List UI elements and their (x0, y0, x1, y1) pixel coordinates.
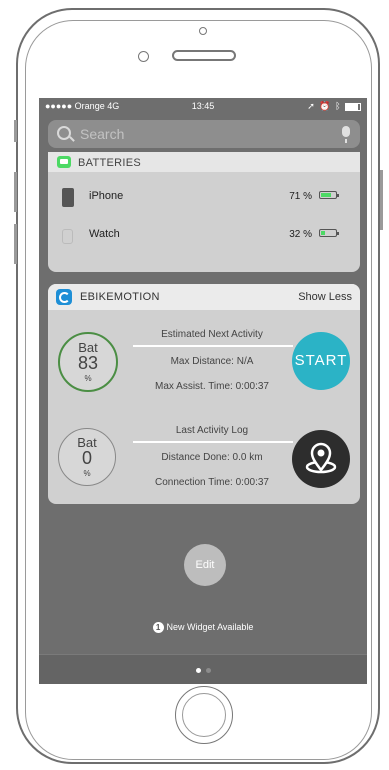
divider (133, 345, 293, 347)
proximity-sensor (199, 27, 207, 35)
alarm-icon: ⏰ (319, 101, 332, 111)
new-widget-notice[interactable]: 1 New Widget Available (39, 622, 367, 633)
bluetooth-icon: ᛒ (335, 101, 342, 111)
map-pin-icon (305, 442, 337, 474)
gauge-value: 0 (81, 448, 92, 468)
battery-status-icon (345, 102, 361, 111)
mute-switch (14, 120, 17, 142)
gauge-unit: % (84, 374, 92, 383)
ebikemotion-widget: EBIKEMOTION Show Less Bat 83 % Estimated… (48, 284, 360, 504)
battery-row-iphone: iPhone 71 % (48, 180, 360, 214)
battery-gauge-last: Bat 0 % (58, 428, 116, 486)
volume-down-button (14, 224, 17, 264)
battery-level-fill (321, 193, 331, 197)
batteries-widget: BATTERIES iPhone 71 % Watch 32 % (48, 152, 360, 272)
start-button[interactable]: START (292, 332, 350, 390)
distance-done: Distance Done: 0.0 km (161, 452, 263, 463)
gauge-value: 83 (77, 353, 99, 373)
next-activity-heading: Estimated Next Activity (161, 329, 263, 340)
ebikemotion-app-icon (56, 289, 72, 305)
status-icons: ➚ ⏰ ᛒ (307, 101, 361, 112)
edit-button[interactable]: Edit (184, 544, 226, 586)
power-button (380, 170, 383, 230)
battery-percent: 71 % (289, 191, 312, 202)
battery-level-icon (319, 229, 339, 237)
batteries-widget-header: BATTERIES (48, 152, 360, 172)
connection-time: Connection Time: 0:00:37 (155, 477, 269, 488)
search-icon (57, 126, 71, 140)
ebikemotion-widget-title: EBIKEMOTION (80, 291, 160, 303)
battery-level-fill (321, 231, 325, 235)
search-bar[interactable]: Search (48, 120, 360, 148)
volume-up-button (14, 172, 17, 212)
earpiece-speaker (172, 50, 236, 61)
screen: ●●●●● Orange 4G 13:45 ➚ ⏰ ᛒ Search BATTE… (39, 98, 367, 684)
search-placeholder[interactable]: Search (80, 126, 124, 142)
battery-gauge-next: Bat 83 % (58, 332, 118, 392)
divider (133, 441, 293, 443)
page-dot-active[interactable] (196, 668, 201, 673)
page-dot[interactable] (206, 668, 211, 673)
gauge-unit: % (83, 469, 91, 478)
max-distance: Max Distance: N/A (170, 356, 254, 367)
battery-row-watch: Watch 32 % (48, 218, 360, 252)
batteries-widget-title: BATTERIES (78, 157, 142, 169)
new-widget-count-badge: 1 (152, 622, 164, 633)
show-less-button[interactable]: Show Less (298, 291, 352, 303)
microphone-icon[interactable] (342, 126, 350, 143)
batteries-app-icon (57, 156, 71, 168)
last-activity-heading: Last Activity Log (175, 425, 249, 436)
map-pin-button[interactable] (292, 430, 350, 488)
home-button[interactable] (175, 686, 233, 744)
new-widget-text: New Widget Available (166, 622, 254, 632)
status-bar: ●●●●● Orange 4G 13:45 ➚ ⏰ ᛒ (39, 98, 367, 114)
battery-level-icon (319, 191, 339, 199)
max-assist-time: Max Assist. Time: 0:00:37 (155, 381, 269, 392)
ebikemotion-widget-header: EBIKEMOTION Show Less (48, 284, 360, 310)
battery-percent: 32 % (289, 229, 312, 240)
home-button-ring (182, 693, 226, 737)
front-camera (138, 51, 149, 62)
bottom-bar (39, 654, 367, 684)
location-icon: ➚ (307, 101, 316, 111)
